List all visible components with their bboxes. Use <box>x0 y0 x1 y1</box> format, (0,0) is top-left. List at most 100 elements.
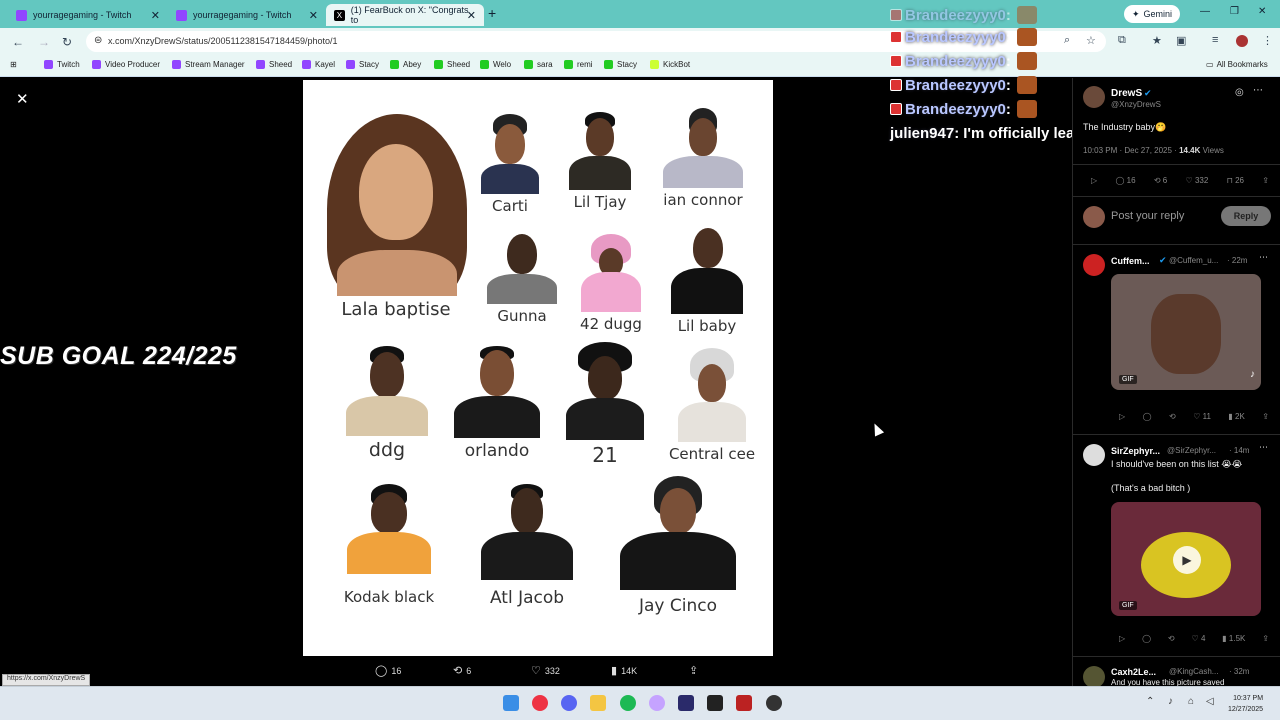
reply-icon[interactable]: ◯ <box>1143 412 1152 421</box>
repost-icon[interactable]: ⟲ <box>1169 412 1176 421</box>
back-icon[interactable]: ← <box>12 35 24 49</box>
gemini-button[interactable]: ✦ Gemini <box>1124 5 1181 23</box>
post-photo[interactable]: Lala baptise Carti Lil Tjay ian connor G… <box>303 80 773 656</box>
close-photo-icon[interactable]: ✕ <box>16 90 29 108</box>
share-icon[interactable]: ⇪ <box>1262 176 1269 185</box>
bookmark-stacy[interactable]: Stacy <box>346 60 379 69</box>
minimize-icon[interactable]: — <box>1200 6 1210 17</box>
share-icon[interactable]: ⇪ <box>1262 634 1269 643</box>
app-icon[interactable] <box>736 695 752 711</box>
discord-icon[interactable] <box>561 695 577 711</box>
all-bookmarks[interactable]: ▭ All Bookmarks <box>1206 60 1268 69</box>
reply-gif[interactable]: ▶ GIF <box>1111 502 1261 616</box>
media-icon[interactable]: ≡ <box>1212 34 1218 46</box>
like-action[interactable]: ♡ 332 <box>531 664 560 677</box>
close-window-icon[interactable]: ✕ <box>1258 6 1266 17</box>
twitch-icon <box>16 9 27 21</box>
views-stat[interactable]: ▮ 2K <box>1228 412 1244 421</box>
bookmark-stat[interactable]: ⊓ 26 <box>1227 176 1244 185</box>
profile-avatar[interactable] <box>1236 35 1248 47</box>
chrome-icon[interactable] <box>532 695 548 711</box>
mic-icon[interactable]: ♪ <box>1250 369 1255 380</box>
spotify-icon[interactable] <box>620 695 636 711</box>
chat-badge-icon <box>890 55 902 67</box>
avatar[interactable] <box>1083 254 1105 276</box>
like-stat[interactable]: ♡ 332 <box>1186 176 1209 185</box>
star-icon[interactable]: ☆ <box>1086 34 1096 47</box>
close-tab-icon[interactable]: ✕ <box>467 9 476 22</box>
obs-icon[interactable] <box>766 695 782 711</box>
portrait-image <box>567 110 633 190</box>
reload-icon[interactable]: ↻ <box>62 35 72 49</box>
reply-input[interactable]: Post your reply <box>1111 210 1184 222</box>
share-action[interactable]: ⇪ <box>689 664 702 677</box>
bookmark-abey[interactable]: Abey <box>390 60 421 69</box>
tab-twitch-2[interactable]: yourragegaming - Twitch ✕ <box>168 4 326 26</box>
bookmark-stream-manager[interactable]: Stream Manager <box>172 60 245 69</box>
bookmark-twitch[interactable]: Twitch <box>44 60 80 69</box>
app-icon[interactable] <box>649 695 665 711</box>
avatar[interactable] <box>1083 444 1105 466</box>
chat-message: Brandeezyyy0: <box>890 98 1037 120</box>
site-info-icon[interactable]: ⊜ <box>94 35 102 46</box>
close-tab-icon[interactable]: ✕ <box>309 9 318 22</box>
share-icon[interactable]: ⇪ <box>1262 412 1269 421</box>
network-icon[interactable]: ⌂ <box>1188 696 1194 707</box>
grok-icon[interactable]: ◎ <box>1235 87 1244 98</box>
tab-groups-icon[interactable]: ▣ <box>1176 34 1186 47</box>
new-tab-button[interactable]: + <box>488 5 496 21</box>
file-explorer-icon[interactable] <box>590 695 606 711</box>
zoom-icon[interactable]: ⌕ <box>1064 34 1070 47</box>
play-icon[interactable]: ▷ <box>1091 176 1097 185</box>
forward-icon[interactable]: → <box>38 35 50 49</box>
menu-icon[interactable]: ⋮ <box>1262 34 1273 47</box>
app-icon[interactable] <box>707 695 723 711</box>
bookmark-video-producer[interactable]: Video Producer <box>92 60 160 69</box>
avatar[interactable] <box>1083 666 1105 688</box>
more-icon[interactable]: ⋯ <box>1253 85 1263 96</box>
play-icon[interactable]: ▶ <box>1173 546 1201 574</box>
more-icon[interactable]: ⋯ <box>1259 442 1268 453</box>
avatar[interactable] <box>1083 86 1105 108</box>
bookmark-kickbot[interactable]: KickBot <box>650 60 690 69</box>
more-icon[interactable]: ⋯ <box>1259 252 1268 263</box>
bookmark-kayel[interactable]: Kayel <box>302 60 335 69</box>
like-stat[interactable]: ♡ 4 <box>1192 634 1206 643</box>
tab-twitch-1[interactable]: yourragegaming - Twitch ✕ <box>8 4 168 26</box>
play-icon[interactable]: ▷ <box>1119 412 1125 421</box>
like-stat[interactable]: ♡ 11 <box>1193 412 1211 421</box>
bookmark-sheed-kick[interactable]: Sheed <box>434 60 470 69</box>
microphone-icon[interactable]: ♪ <box>1168 696 1173 707</box>
bookmark-remi[interactable]: remi <box>564 60 593 69</box>
reply-gif[interactable]: GIF ♪ <box>1111 274 1261 390</box>
play-icon[interactable]: ▷ <box>1119 634 1125 643</box>
bookmark-sara[interactable]: sara <box>524 60 553 69</box>
views-action[interactable]: ▮ 14K <box>611 664 637 677</box>
repost-action[interactable]: ⟲ 6 <box>453 664 471 677</box>
repost-icon[interactable]: ⟲ <box>1168 634 1175 643</box>
premiere-icon[interactable] <box>678 695 694 711</box>
kick-icon <box>564 60 573 69</box>
tab-x-post[interactable]: X (1) FearBuck on X: "Congrats to ✕ <box>326 4 484 26</box>
clock[interactable]: 10:37 PM 12/27/2025 <box>1228 693 1263 715</box>
views-stat[interactable]: ▮ 1.5K <box>1222 634 1245 643</box>
volume-icon[interactable]: ◁ <box>1206 696 1214 707</box>
apps-icon[interactable]: ⊞ <box>10 60 17 69</box>
chevron-up-icon[interactable]: ⌃ <box>1146 696 1154 707</box>
bookmark-sheed[interactable]: Sheed <box>256 60 292 69</box>
maximize-icon[interactable]: ❐ <box>1230 6 1239 17</box>
reply-action[interactable]: ◯ 16 <box>375 664 401 677</box>
gif-image <box>1151 294 1221 374</box>
reply-button[interactable]: Reply <box>1221 206 1271 226</box>
repost-stat[interactable]: ⟲ 6 <box>1154 176 1167 185</box>
reply-stats-row: ▷ ◯ ⟲ ♡ 4 ▮ 1.5K ⇪ <box>1119 634 1269 643</box>
bookmark-stacy-kick[interactable]: Stacy <box>604 60 637 69</box>
analytics-icon: ▮ <box>611 665 618 677</box>
reply-stat[interactable]: ◯ 16 <box>1115 176 1135 185</box>
start-icon[interactable] <box>503 695 519 711</box>
bookmarks-icon[interactable]: ★ <box>1152 34 1162 47</box>
close-tab-icon[interactable]: ✕ <box>151 9 160 22</box>
reply-icon[interactable]: ◯ <box>1142 634 1151 643</box>
extensions-icon[interactable]: ⧉ <box>1118 34 1126 47</box>
bookmark-welo[interactable]: Welo <box>480 60 511 69</box>
